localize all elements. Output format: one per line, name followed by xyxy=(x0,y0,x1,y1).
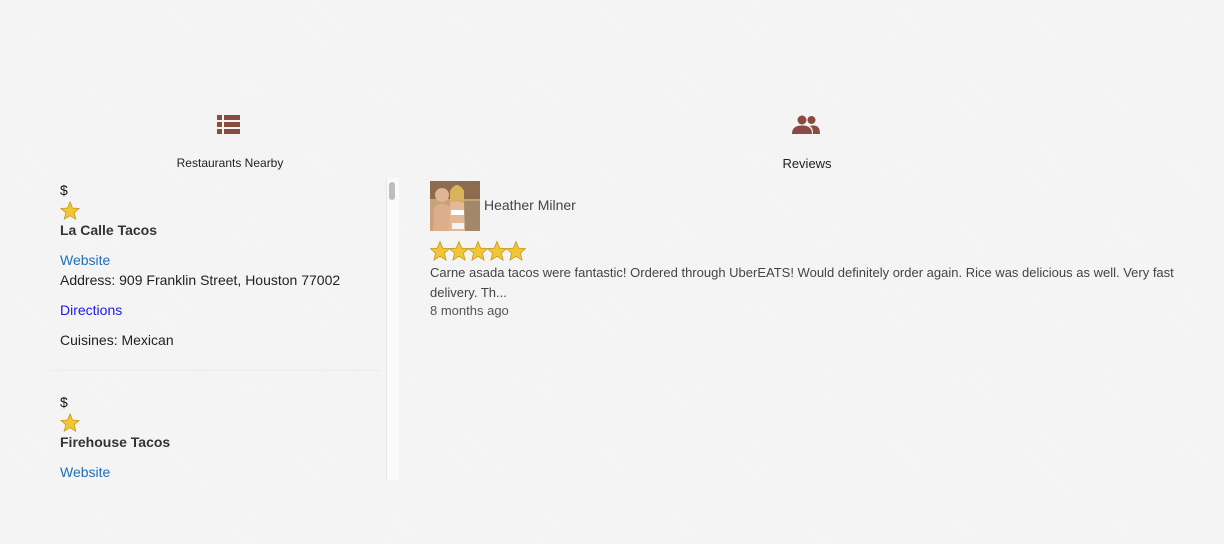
reviewer-name: Heather Milner xyxy=(484,197,576,213)
price-level: $ xyxy=(60,394,68,410)
restaurants-nearby-title: Restaurants Nearby xyxy=(176,156,284,170)
star-icon xyxy=(60,201,80,220)
people-icon xyxy=(792,115,820,134)
star-icon xyxy=(429,241,451,261)
list-icon xyxy=(217,115,240,134)
scrollbar-track[interactable] xyxy=(386,178,399,480)
restaurant-name: La Calle Tacos xyxy=(60,222,158,238)
restaurant-list[interactable]: $ La Calle Tacos Website Address: 909 Fr… xyxy=(0,178,386,480)
divider xyxy=(50,370,380,371)
avatar xyxy=(430,181,480,231)
restaurant-card: $ La Calle Tacos Website Address: 909 Fr… xyxy=(60,182,380,348)
restaurant-cuisines: Cuisines: Mexican xyxy=(60,332,174,348)
scrollbar-thumb[interactable] xyxy=(389,182,395,200)
review-time: 8 months ago xyxy=(430,303,509,318)
directions-link[interactable]: Directions xyxy=(60,302,380,318)
star-icon xyxy=(505,241,526,261)
reviews-title: Reviews xyxy=(782,156,832,171)
star-icon xyxy=(60,413,80,432)
price-level: $ xyxy=(60,182,68,198)
restaurant-address: Address: 909 Franklin Street, Houston 77… xyxy=(60,272,341,288)
restaurant-name: Firehouse Tacos xyxy=(60,434,171,450)
website-link[interactable]: Website xyxy=(60,252,380,268)
review-text: Carne asada tacos were fantastic! Ordere… xyxy=(430,265,1174,300)
star-icon xyxy=(486,241,508,261)
website-link[interactable]: Website xyxy=(60,464,380,480)
star-icon xyxy=(467,241,489,261)
star-icon xyxy=(448,241,470,261)
restaurant-card: $ Firehouse Tacos Website xyxy=(60,394,380,480)
